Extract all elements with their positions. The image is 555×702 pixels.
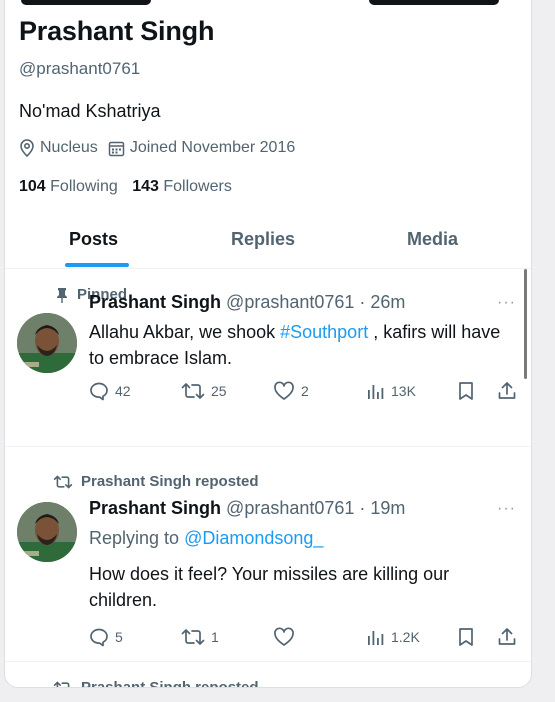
repost-icon [181,629,205,645]
cropped-element [21,0,151,5]
post-handle-time: @prashant0761 · 26m [226,292,406,312]
next-post-context-text: Prashant Singh reposted [81,679,259,688]
following-label: Following [50,178,118,195]
location-icon [20,139,34,157]
followers-label: Followers [163,178,232,195]
follow-counts: 104 Following 143 Followers [19,178,242,196]
tab-posts[interactable]: Posts [69,229,118,250]
avatar[interactable] [17,502,77,562]
profile-bio: No'mad Kshatriya [19,101,161,121]
repost-count: 25 [211,383,227,399]
tab-replies[interactable]: Replies [231,229,295,250]
views-button[interactable]: 13K [365,381,416,401]
post-header: Prashant Singh @prashant0761 · 26m [89,292,405,313]
more-icon[interactable]: ··· [497,500,516,518]
views-icon [368,631,384,645]
following-count: 104 [19,178,46,195]
reply-icon [90,382,108,401]
replying-prefix: Replying to [89,528,185,548]
top-bar [5,0,531,11]
bookmark-button[interactable] [457,627,481,647]
avatar-photo [17,502,77,562]
post-context-text: Prashant Singh reposted [81,473,259,490]
replying-to: Replying to @Diamondsong_ [89,525,519,551]
post-handle-time: @prashant0761 · 19m [226,498,406,518]
location-text: Nucleus [40,139,98,156]
location: Nucleus [19,139,98,157]
share-icon [498,382,516,399]
next-post-context: Prashant Singh reposted [53,679,259,688]
like-button[interactable]: 2 [273,381,309,401]
active-tab-indicator [65,263,129,267]
reply-count: 5 [115,629,123,645]
edit-profile-button[interactable] [369,0,499,5]
like-count: 2 [301,383,309,399]
joined-text: Joined November 2016 [129,139,296,156]
bookmark-icon [459,382,473,400]
repost-count: 1 [211,629,219,645]
followers-link[interactable]: 143 Followers [132,178,232,195]
bookmark-button[interactable] [457,381,481,401]
repost-button[interactable]: 1 [181,627,219,647]
reply-button[interactable]: 5 [89,627,123,647]
profile-handle: @prashant0761 [19,59,141,78]
heart-icon [274,627,294,646]
post-context: Prashant Singh reposted [53,473,259,490]
repost-icon [53,681,70,687]
profile-card: Prashant Singh @prashant0761 No'mad Ksha… [4,0,532,688]
repost-icon [181,383,205,399]
share-button[interactable] [497,381,523,401]
avatar-photo [17,313,77,373]
reply-count: 42 [115,383,131,399]
post-author-name[interactable]: Prashant Singh [89,292,221,312]
hashtag-link[interactable]: #Southport [280,322,368,342]
views-button[interactable]: 1.2K [365,627,420,647]
views-count: 1.2K [391,629,420,645]
share-icon [498,628,516,645]
post-author-name[interactable]: Prashant Singh [89,498,221,518]
post-actions: 5 1 1.2K [89,627,519,651]
profile-name: Prashant Singh [19,16,215,46]
post-pinned[interactable]: Pinned Prashant Singh @prashant0761 · 26… [5,270,531,447]
post-text: Allahu Akbar, we shook #Southport , kafi… [89,319,519,371]
calendar-icon [108,141,125,156]
pin-icon [57,287,67,303]
scrollbar[interactable] [524,269,527,379]
repost-icon [53,475,73,488]
heart-icon [274,381,294,400]
post-repost[interactable]: Prashant Singh reposted Prashant Singh @… [5,447,531,662]
tab-media[interactable]: Media [407,229,458,250]
views-count: 13K [391,383,416,399]
avatar[interactable] [17,313,77,373]
joined-date: Joined November 2016 [108,139,295,157]
more-icon[interactable]: ··· [497,294,516,312]
bookmark-icon [459,628,473,646]
profile-meta: Nucleus Joined November 2016 [19,139,305,157]
like-button[interactable] [273,627,301,647]
profile-tabs: Posts Replies Media [5,213,531,269]
post-actions: 42 25 2 13K [89,381,519,405]
reply-button[interactable]: 42 [89,381,131,401]
following-link[interactable]: 104 Following [19,178,118,195]
post-text-part: Allahu Akbar, we shook [89,322,281,342]
repost-button[interactable]: 25 [181,381,227,401]
reply-icon [90,628,108,647]
views-icon [368,385,384,399]
mention-link[interactable]: @Diamondsong_ [184,528,323,548]
followers-count: 143 [132,178,159,195]
post-text: How does it feel? Your missiles are kill… [89,564,450,610]
share-button[interactable] [497,627,523,647]
post-header: Prashant Singh @prashant0761 · 19m [89,498,405,519]
